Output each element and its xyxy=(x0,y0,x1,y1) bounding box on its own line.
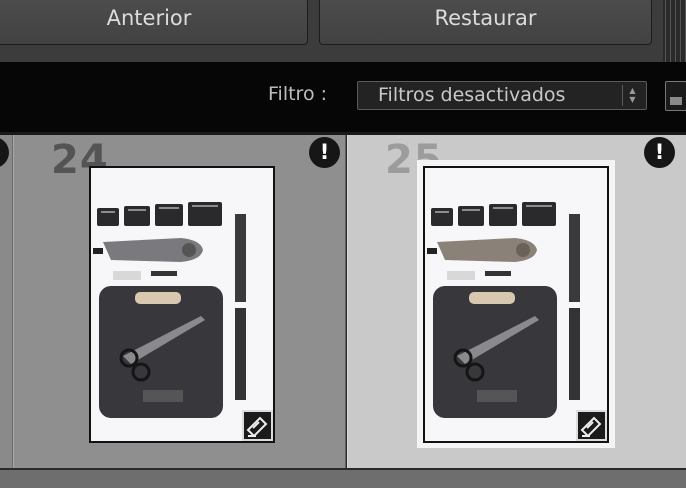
filter-bar: Filtro : Filtros desactivados ▲ ▼ xyxy=(0,62,686,132)
adjustments-badge-icon[interactable] xyxy=(242,410,273,441)
filter-label: Filtro : xyxy=(268,83,328,105)
panel-resize-grip[interactable] xyxy=(663,0,686,62)
previous-button[interactable]: Anterior xyxy=(0,0,308,45)
navigation-toolbar: Anterior Restaurar xyxy=(0,0,686,62)
filmstrip-cell[interactable]: 24 ! xyxy=(13,135,346,468)
exclamation-icon[interactable]: ! xyxy=(309,137,340,168)
filmstrip-cell-selected[interactable]: 25 ! xyxy=(347,135,686,468)
filter-selected-value: Filtros desactivados xyxy=(378,84,566,106)
filmstrip-scrollbar[interactable] xyxy=(0,468,686,488)
thumbnail-image xyxy=(91,168,273,441)
filter-select[interactable]: Filtros desactivados ▲ ▼ xyxy=(357,81,647,110)
adjustments-badge-icon[interactable] xyxy=(576,410,607,441)
exclamation-icon[interactable]: ! xyxy=(0,137,9,168)
photo-thumbnail[interactable] xyxy=(417,160,615,448)
exclamation-icon[interactable]: ! xyxy=(644,137,675,168)
filter-lock-icon[interactable] xyxy=(665,81,686,111)
thumbnail-image xyxy=(425,168,607,441)
photo-thumbnail[interactable] xyxy=(89,166,275,443)
filmstrip-cell-previous[interactable]: ! xyxy=(0,135,13,468)
select-arrows-icon: ▲ ▼ xyxy=(622,85,642,106)
reset-button[interactable]: Restaurar xyxy=(319,0,652,45)
